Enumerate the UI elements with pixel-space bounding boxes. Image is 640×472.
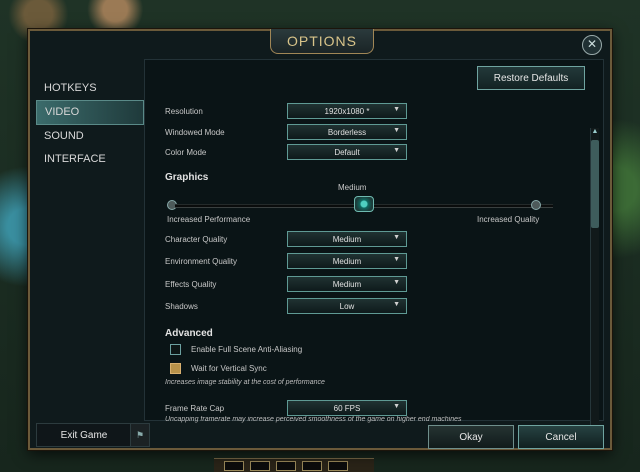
resolution-row: Resolution 1920x1080 * ▼ xyxy=(165,103,407,119)
effects-quality-row: Effects Quality Medium ▼ xyxy=(165,276,407,292)
close-button[interactable]: ✕ xyxy=(582,35,602,55)
character-quality-label: Character Quality xyxy=(165,234,228,244)
item-slot[interactable] xyxy=(276,461,296,471)
slider-end-right xyxy=(531,200,541,210)
character-quality-value: Medium xyxy=(332,234,362,244)
graphics-slider-handle[interactable] xyxy=(354,196,374,212)
frame-rate-note: Uncapping framerate may increase perceiv… xyxy=(165,416,462,423)
vsync-note: Increases image stability at the cost of… xyxy=(165,379,325,386)
windowed-mode-label: Windowed Mode xyxy=(165,127,225,137)
resolution-select[interactable]: 1920x1080 * ▼ xyxy=(287,103,407,119)
scroll-thumb[interactable] xyxy=(591,140,599,228)
resolution-label: Resolution xyxy=(165,106,203,116)
item-slot[interactable] xyxy=(302,461,322,471)
vsync-label: Wait for Vertical Sync xyxy=(191,364,267,373)
anti-aliasing-label: Enable Full Scene Anti-Aliasing xyxy=(191,345,303,354)
resolution-value: 1920x1080 * xyxy=(324,106,370,116)
increased-performance-label: Increased Performance xyxy=(167,215,251,224)
effects-quality-value: Medium xyxy=(332,279,362,289)
advanced-heading: Advanced xyxy=(165,328,213,339)
options-sidebar: HOTKEYS VIDEO SOUND INTERFACE xyxy=(36,77,144,171)
effects-quality-label: Effects Quality xyxy=(165,279,217,289)
vsync-checkbox[interactable] xyxy=(170,363,181,374)
color-mode-select[interactable]: Default ▼ xyxy=(287,144,407,160)
chevron-down-icon: ▼ xyxy=(393,403,400,410)
sidebar-item-sound[interactable]: SOUND xyxy=(36,125,144,148)
frame-rate-cap-value: 60 FPS xyxy=(333,403,361,413)
environment-quality-select[interactable]: Medium ▼ xyxy=(287,253,407,269)
sidebar-item-hotkeys[interactable]: HOTKEYS xyxy=(36,77,144,100)
flag-button[interactable]: ⚑ xyxy=(130,423,150,447)
dialog-title: OPTIONS xyxy=(286,33,357,49)
chevron-down-icon: ▼ xyxy=(393,256,400,263)
shadows-row: Shadows Low ▼ xyxy=(165,298,407,314)
close-icon: ✕ xyxy=(586,37,598,51)
chevron-down-icon: ▼ xyxy=(393,234,400,241)
item-slot[interactable] xyxy=(224,461,244,471)
vsync-row: Wait for Vertical Sync xyxy=(170,363,267,374)
increased-quality-label: Increased Quality xyxy=(477,215,540,224)
flag-icon: ⚑ xyxy=(135,429,145,440)
item-slot[interactable] xyxy=(328,461,348,471)
frame-rate-cap-label: Frame Rate Cap xyxy=(165,403,225,413)
environment-quality-row: Environment Quality Medium ▼ xyxy=(165,253,407,269)
restore-defaults-button[interactable]: Restore Defaults xyxy=(477,66,585,90)
settings-scrollbar[interactable]: ▲ ▼ xyxy=(590,128,599,446)
shadows-value: Low xyxy=(339,301,355,311)
anti-aliasing-checkbox[interactable] xyxy=(170,344,181,355)
options-dialog: OPTIONS ✕ HOTKEYS VIDEO SOUND INTERFACE … xyxy=(28,29,612,450)
chevron-down-icon: ▼ xyxy=(393,106,400,113)
color-mode-label: Color Mode xyxy=(165,147,207,157)
character-quality-select[interactable]: Medium ▼ xyxy=(287,231,407,247)
item-slot[interactable] xyxy=(250,461,270,471)
okay-button[interactable]: Okay xyxy=(428,425,514,449)
frame-rate-cap-row: Frame Rate Cap 60 FPS ▼ xyxy=(165,400,407,416)
windowed-mode-select[interactable]: Borderless ▼ xyxy=(287,124,407,140)
title-plate: OPTIONS xyxy=(270,29,374,54)
shadows-select[interactable]: Low ▼ xyxy=(287,298,407,314)
sidebar-item-interface[interactable]: INTERFACE xyxy=(36,148,144,171)
exit-game-button[interactable]: Exit Game xyxy=(36,423,132,447)
chevron-down-icon: ▼ xyxy=(393,279,400,286)
graphics-preset-label: Medium xyxy=(338,183,367,192)
shadows-label: Shadows xyxy=(165,301,198,311)
windowed-mode-value: Borderless xyxy=(327,127,367,137)
character-quality-row: Character Quality Medium ▼ xyxy=(165,231,407,247)
chevron-down-icon: ▼ xyxy=(393,301,400,308)
graphics-heading: Graphics xyxy=(165,172,209,183)
scroll-up-icon[interactable]: ▲ xyxy=(591,128,599,135)
anti-aliasing-row: Enable Full Scene Anti-Aliasing xyxy=(170,344,302,355)
environment-quality-value: Medium xyxy=(332,256,362,266)
windowed-mode-row: Windowed Mode Borderless ▼ xyxy=(165,124,407,140)
frame-rate-cap-select[interactable]: 60 FPS ▼ xyxy=(287,400,407,416)
chevron-down-icon: ▼ xyxy=(393,127,400,134)
cancel-button[interactable]: Cancel xyxy=(518,425,604,449)
sidebar-item-video[interactable]: VIDEO xyxy=(36,100,144,125)
environment-quality-label: Environment Quality xyxy=(165,256,238,266)
chevron-down-icon: ▼ xyxy=(393,147,400,154)
color-mode-value: Default xyxy=(334,147,360,157)
color-mode-row: Color Mode Default ▼ xyxy=(165,144,407,160)
effects-quality-select[interactable]: Medium ▼ xyxy=(287,276,407,292)
action-bar xyxy=(214,458,374,472)
